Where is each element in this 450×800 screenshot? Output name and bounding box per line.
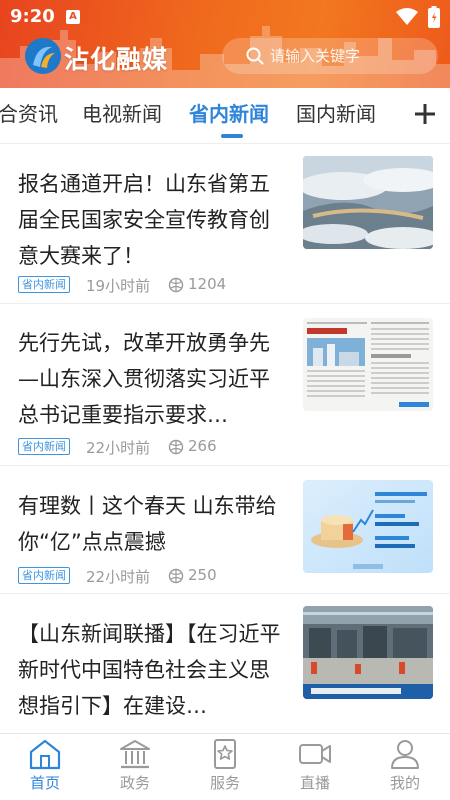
publish-time: 22小时前 [86, 439, 151, 457]
search-icon [246, 47, 264, 65]
news-title: 【山东新闻联播】【在习近平新时代中国特色社会主义思想指引下】在建设… [18, 622, 281, 718]
news-item[interactable]: 有理数丨这个春天 山东带给你“亿”点点震撼 省内新闻 22小时前 250 [0, 466, 450, 594]
profile-icon [391, 740, 419, 769]
nav-label: 直播 [299, 774, 330, 792]
nav-live[interactable]: 直播 [270, 734, 360, 800]
view-count-icon [168, 568, 184, 584]
news-thumbnail [303, 318, 433, 411]
publish-time: 22小时前 [86, 568, 151, 586]
nav-label: 首页 [29, 774, 60, 792]
government-icon [120, 740, 150, 769]
search-bar[interactable] [222, 38, 438, 74]
tab-combined-news[interactable]: 合资讯 [0, 98, 58, 127]
news-item[interactable]: 先行先试，改革开放勇争先—山东深入贯彻落实习近平总书记重要指示要求… 省内新闻 … [0, 304, 450, 466]
news-item[interactable]: 【山东新闻联播】【在习近平新时代中国特色社会主义思想指引下】在建设… [0, 594, 450, 734]
add-channel-button[interactable] [404, 88, 450, 143]
category-tag: 省内新闻 [18, 276, 70, 293]
home-icon [29, 739, 61, 770]
service-icon [214, 739, 236, 769]
battery-icon [428, 6, 440, 28]
nav-government[interactable]: 政务 [90, 734, 180, 800]
search-input[interactable] [270, 38, 430, 74]
news-thumbnail [303, 480, 433, 573]
nav-label: 政务 [119, 774, 150, 792]
nav-label: 服务 [209, 774, 240, 792]
news-meta: 省内新闻 19小时前 1204 [18, 275, 278, 295]
news-title: 报名通道开启！山东省第五届全民国家安全宣传教育创意大赛来了！ [18, 172, 270, 268]
status-bar: 9:20 A [0, 0, 450, 34]
view-count: 1204 [188, 275, 227, 293]
news-thumbnail [303, 606, 433, 699]
nav-label: 我的 [389, 774, 420, 792]
publish-time: 19小时前 [86, 277, 151, 295]
notification-icon: A [66, 10, 80, 24]
tab-provincial-news[interactable]: 省内新闻 [189, 98, 269, 127]
category-tag: 省内新闻 [18, 567, 70, 584]
news-meta: 省内新闻 22小时前 266 [18, 437, 278, 457]
nav-home[interactable]: 首页 [0, 734, 90, 800]
view-count: 266 [188, 437, 217, 455]
category-tag: 省内新闻 [18, 438, 70, 455]
view-count-icon [168, 439, 184, 455]
app-screen: 9:20 A 沾化融媒 合资讯 电视新闻 [0, 0, 450, 800]
news-meta: 省内新闻 22小时前 250 [18, 566, 278, 586]
news-list: 报名通道开启！山东省第五届全民国家安全宣传教育创意大赛来了！ 省内新闻 19小时… [0, 144, 450, 734]
app-name: 沾化融媒 [64, 45, 169, 74]
nav-profile[interactable]: 我的 [360, 734, 450, 800]
tab-tv-news[interactable]: 电视新闻 [82, 98, 162, 127]
active-tab-indicator [221, 134, 243, 138]
nav-service[interactable]: 服务 [180, 734, 270, 800]
category-tabs: 合资讯 电视新闻 省内新闻 国内新闻 [0, 88, 450, 144]
wifi-icon [396, 8, 418, 25]
app-header: 9:20 A 沾化融媒 [0, 0, 450, 88]
tab-domestic-news[interactable]: 国内新闻 [296, 98, 376, 127]
logo-icon [25, 38, 61, 74]
view-count-icon [168, 277, 184, 293]
bottom-navigation: 首页 政务 服务 直播 我的 [0, 733, 450, 800]
news-item[interactable]: 报名通道开启！山东省第五届全民国家安全宣传教育创意大赛来了！ 省内新闻 19小时… [0, 144, 450, 304]
news-title: 有理数丨这个春天 山东带给你“亿”点点震撼 [18, 494, 277, 554]
view-count: 250 [188, 566, 217, 584]
news-thumbnail [303, 156, 433, 249]
status-time: 9:20 [10, 6, 55, 27]
news-title: 先行先试，改革开放勇争先—山东深入贯彻落实习近平总书记重要指示要求… [18, 331, 270, 427]
live-video-icon [299, 744, 331, 764]
plus-icon [415, 104, 435, 124]
